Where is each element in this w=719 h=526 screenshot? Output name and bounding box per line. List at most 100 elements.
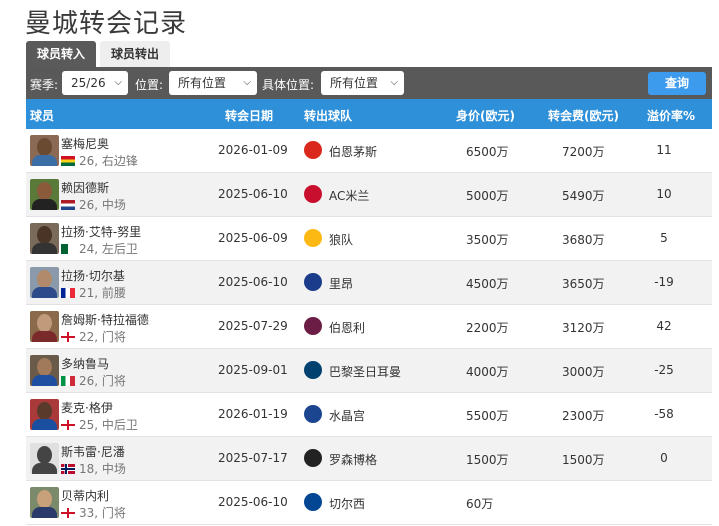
from-club[interactable]: 巴黎圣日耳曼 <box>329 363 401 380</box>
player-info: 25, 中后卫 <box>61 416 138 433</box>
player-name[interactable]: 赖因德斯 <box>61 179 109 196</box>
header-value: 身价(欧元) <box>456 109 515 123</box>
burnley-icon <box>304 317 322 335</box>
player-name[interactable]: 詹姆斯·特拉福德 <box>61 311 149 328</box>
chelsea-icon <box>304 493 322 511</box>
table-row[interactable]: 塞梅尼奥 26, 右边锋 2026-01-09 伯恩茅斯 6500万 7200万 11 <box>26 129 712 173</box>
player-info: 26, 中场 <box>61 196 126 213</box>
tab-bar: 球员转入 球员转出 <box>26 41 171 67</box>
player-name[interactable]: 拉扬·切尔基 <box>61 267 125 284</box>
player-age-position: 18, 中场 <box>79 462 126 476</box>
transfer-date: 2025-06-10 <box>218 187 288 201</box>
player-age-position: 22, 门将 <box>79 330 126 344</box>
market-value: 5500万 <box>466 409 509 423</box>
header-fee: 转会费(欧元) <box>548 109 619 123</box>
avatar-head-icon <box>37 358 52 376</box>
market-value: 1500万 <box>466 453 509 467</box>
table-row[interactable]: 贝蒂内利 33, 门将 2025-06-10 切尔西 60万 <box>26 481 712 525</box>
premium-rate: 5 <box>660 231 668 245</box>
premium-rate: -19 <box>654 275 674 289</box>
table-row[interactable]: 拉扬·艾特-努里 24, 左后卫 2025-06-09 狼队 3500万 3680万 5 <box>26 217 712 261</box>
from-club[interactable]: 切尔西 <box>329 495 365 512</box>
england-flag-icon <box>61 508 75 518</box>
from-club[interactable]: AC米兰 <box>329 187 369 204</box>
transfer-date: 2026-01-19 <box>218 407 288 421</box>
transfer-date: 2025-06-10 <box>218 495 288 509</box>
transfer-table-body: 塞梅尼奥 26, 右边锋 2026-01-09 伯恩茅斯 6500万 7200万 11 赖因德… <box>26 129 712 525</box>
avatar-head-icon <box>37 446 52 464</box>
france-flag-icon <box>61 288 75 298</box>
player-name[interactable]: 拉扬·艾特-努里 <box>61 223 141 240</box>
player-avatar <box>30 355 59 386</box>
player-avatar <box>30 399 59 430</box>
rosenborg-icon <box>304 449 322 467</box>
from-club[interactable]: 伯恩利 <box>329 319 365 336</box>
netherlands-flag-icon <box>61 200 75 210</box>
player-info: 26, 门将 <box>61 372 126 389</box>
player-age-position: 25, 中后卫 <box>79 418 138 432</box>
table-row[interactable]: 拉扬·切尔基 21, 前腰 2025-06-10 里昂 4500万 3650万 -19 <box>26 261 712 305</box>
player-info: 22, 门将 <box>61 328 126 345</box>
table-row[interactable]: 詹姆斯·特拉福德 22, 门将 2025-07-29 伯恩利 2200万 3120万 42 <box>26 305 712 349</box>
crystal-palace-icon <box>304 405 322 423</box>
tab-transfers-out[interactable]: 球员转出 <box>100 41 171 67</box>
specific-position-value: 所有位置 <box>330 76 379 90</box>
transfer-fee: 1500万 <box>562 453 605 467</box>
avatar-head-icon <box>37 182 52 200</box>
italy-flag-icon <box>61 376 75 386</box>
table-row[interactable]: 多纳鲁马 26, 门将 2025-09-01 巴黎圣日耳曼 4000万 3000万 -25 <box>26 349 712 393</box>
from-club[interactable]: 伯恩茅斯 <box>329 143 377 160</box>
avatar-head-icon <box>37 138 52 156</box>
avatar-body-icon <box>32 375 57 386</box>
transfer-date: 2025-06-10 <box>218 275 288 289</box>
transfer-fee: 3000万 <box>562 365 605 379</box>
player-name[interactable]: 塞梅尼奥 <box>61 135 109 152</box>
table-row[interactable]: 斯韦雷·尼潘 18, 中场 2025-07-17 罗森博格 1500万 1500万 0 <box>26 437 712 481</box>
player-info: 26, 右边锋 <box>61 152 138 169</box>
from-club[interactable]: 里昂 <box>329 275 353 292</box>
transfer-fee: 3680万 <box>562 233 605 247</box>
player-name[interactable]: 麦克·格伊 <box>61 399 113 416</box>
player-avatar <box>30 487 59 518</box>
transfer-date: 2025-06-09 <box>218 231 288 245</box>
market-value: 6500万 <box>466 145 509 159</box>
transfer-date: 2025-07-17 <box>218 451 288 465</box>
header-rate: 溢价率% <box>647 109 696 123</box>
specific-position-select[interactable]: 所有位置 ⌵ <box>321 71 404 95</box>
player-age-position: 33, 门将 <box>79 506 126 520</box>
player-age-position: 26, 中场 <box>79 198 126 212</box>
transfer-fee: 7200万 <box>562 145 605 159</box>
market-value: 5000万 <box>466 189 509 203</box>
avatar-head-icon <box>37 490 52 508</box>
avatar-body-icon <box>32 199 57 210</box>
ghana-flag-icon <box>61 156 75 166</box>
season-select[interactable]: 25/26 ⌵ <box>62 71 128 95</box>
avatar-head-icon <box>37 314 52 332</box>
avatar-body-icon <box>32 463 57 474</box>
market-value: 4500万 <box>466 277 509 291</box>
transfer-date: 2025-07-29 <box>218 319 288 333</box>
position-label: 位置: <box>135 78 164 92</box>
chevron-down-icon: ⌵ <box>243 77 251 88</box>
from-club[interactable]: 罗森博格 <box>329 451 377 468</box>
header-player: 球员 <box>30 109 55 123</box>
position-value: 所有位置 <box>178 76 227 90</box>
from-club[interactable]: 狼队 <box>329 231 353 248</box>
query-button[interactable]: 查询 <box>648 72 706 95</box>
position-select[interactable]: 所有位置 ⌵ <box>169 71 257 95</box>
player-avatar <box>30 223 59 254</box>
player-name[interactable]: 多纳鲁马 <box>61 355 109 372</box>
avatar-body-icon <box>32 243 57 254</box>
avatar-head-icon <box>37 226 52 244</box>
season-label: 赛季: <box>30 78 59 92</box>
table-row[interactable]: 赖因德斯 26, 中场 2025-06-10 AC米兰 5000万 5490万 10 <box>26 173 712 217</box>
market-value: 4000万 <box>466 365 509 379</box>
player-name[interactable]: 斯韦雷·尼潘 <box>61 443 125 460</box>
transfer-date: 2026-01-09 <box>218 143 288 157</box>
from-club[interactable]: 水晶宫 <box>329 407 365 424</box>
player-name[interactable]: 贝蒂内利 <box>61 487 109 504</box>
filter-bar: 赛季: 25/26 ⌵ 位置: 所有位置 ⌵ 具体位置: 所有位置 ⌵ 查询 <box>26 67 712 99</box>
avatar-body-icon <box>32 155 57 166</box>
table-row[interactable]: 麦克·格伊 25, 中后卫 2026-01-19 水晶宫 5500万 2300万 -58 <box>26 393 712 437</box>
tab-transfers-in[interactable]: 球员转入 <box>26 41 97 67</box>
